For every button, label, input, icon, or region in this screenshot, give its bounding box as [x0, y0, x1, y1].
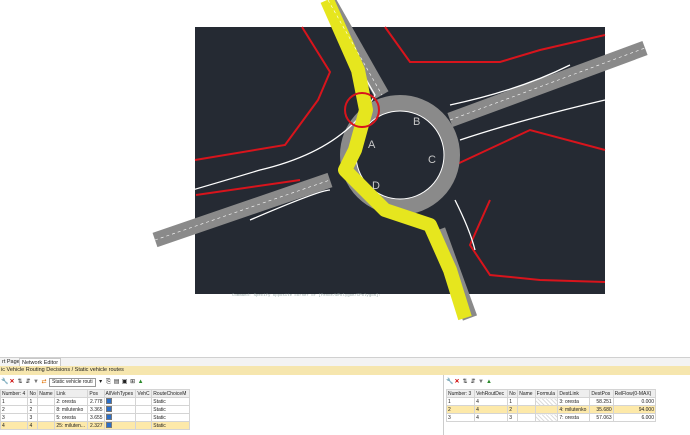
filter-icon[interactable]: ▼: [33, 379, 39, 385]
table-row-selected[interactable]: 2 4 2 4: milutenko 35.680 94.000: [445, 405, 657, 414]
static-routes-table: Number: 3 VehRoutDec No Name Formula Des…: [445, 389, 657, 422]
sync-icon[interactable]: ⇄: [41, 379, 47, 385]
right-toolbar: 🔧 ✕ ⇅ ⇵ ▼ ▲: [446, 377, 492, 387]
all-veh-types-checkbox[interactable]: [103, 405, 137, 414]
panel-divider[interactable]: [443, 375, 444, 435]
column-header[interactable]: Link: [54, 389, 89, 398]
delete-icon[interactable]: ✕: [454, 379, 460, 385]
dropdown-arrow-icon[interactable]: ▾: [98, 379, 104, 385]
list-type-select[interactable]: Static vehicle routi: [49, 377, 96, 387]
routing-decisions-table: Number: 4 No Name Link Pos AllVehTypes V…: [0, 389, 190, 430]
column-header[interactable]: VehC: [135, 389, 153, 398]
table-row[interactable]: 3 4 3 7: oresta 57.063 6.000: [445, 413, 657, 422]
column-header[interactable]: Number: 4: [0, 389, 29, 398]
wrench-icon[interactable]: 🔧: [446, 379, 453, 385]
zone-label-d: D: [372, 180, 380, 192]
tab-bar: rt Page Network Editor: [0, 357, 690, 367]
table-row[interactable]: 2 2 8: milutenko 3.365 Static: [0, 405, 190, 414]
column-header[interactable]: Formula: [534, 389, 559, 398]
column-header[interactable]: No: [27, 389, 39, 398]
column-header[interactable]: No: [507, 389, 519, 398]
table-row[interactable]: 3 3 5: oresta 3.655 Static: [0, 413, 190, 422]
left-toolbar: 🔧 ✕ ⇅ ⇵ ▼ ⇄ Static vehicle routi ▾ ⎘ ▤ ▣…: [1, 377, 144, 387]
wrench-icon[interactable]: 🔧: [1, 379, 8, 385]
network-canvas[interactable]: A B C D Command: Specify opposite corner…: [0, 0, 690, 340]
chart-icon[interactable]: ▲: [138, 379, 144, 385]
sort-icon[interactable]: ⇅: [17, 379, 23, 385]
chart-icon[interactable]: ▲: [486, 379, 492, 385]
database-icon[interactable]: ▤: [114, 379, 120, 385]
column-header[interactable]: DestPos: [589, 389, 614, 398]
zone-label-c: C: [428, 154, 436, 166]
column-header[interactable]: Name: [37, 389, 56, 398]
zone-label-b: B: [413, 116, 420, 128]
table-row-selected[interactable]: 4 4 25: miluten... 2.327 Static: [0, 421, 190, 430]
all-veh-types-checkbox[interactable]: [103, 413, 137, 422]
delete-icon[interactable]: ✕: [9, 379, 15, 385]
all-veh-types-checkbox[interactable]: [103, 397, 137, 406]
column-header[interactable]: Pos: [87, 389, 105, 398]
column-header[interactable]: RouteChoiceM: [151, 389, 190, 398]
table-icon[interactable]: ⊞: [130, 379, 136, 385]
column-header[interactable]: Number: 3: [445, 389, 476, 398]
table-row[interactable]: 1 1 2: oresta 2.778 Static: [0, 397, 190, 406]
save-icon[interactable]: ▣: [122, 379, 128, 385]
zone-label-a: A: [368, 139, 376, 151]
column-header[interactable]: DestLink: [557, 389, 591, 398]
table-row[interactable]: 1 4 1 3: oresta 58.251 0.000: [445, 397, 657, 406]
all-veh-types-checkbox[interactable]: [103, 421, 137, 430]
column-header[interactable]: VehRoutDec: [474, 389, 509, 398]
sort-desc-icon[interactable]: ⇵: [25, 379, 31, 385]
column-header[interactable]: Name: [517, 389, 536, 398]
breadcrumb: ic Vehicle Routing Decisions / Static ve…: [0, 366, 690, 375]
column-header[interactable]: AllVehTypes: [103, 389, 137, 398]
sort-icon[interactable]: ⇅: [462, 379, 468, 385]
command-line: Command: Specify opposite corner or [Fen…: [232, 293, 381, 298]
filter-icon[interactable]: ▼: [478, 379, 484, 385]
column-header[interactable]: RelFlow(0-MAX): [612, 389, 657, 398]
sort-desc-icon[interactable]: ⇵: [470, 379, 476, 385]
copy-icon[interactable]: ⎘: [106, 379, 112, 385]
